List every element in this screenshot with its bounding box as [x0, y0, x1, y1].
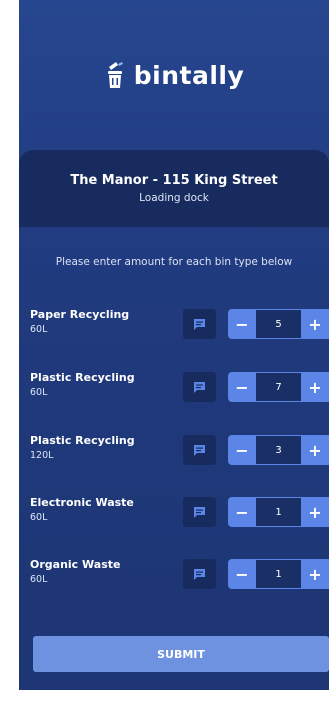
bin-size: 60L	[30, 512, 48, 523]
comment-icon	[194, 381, 205, 393]
decrement-button[interactable]: −	[228, 435, 256, 465]
bin-name: Plastic Recycling	[30, 434, 135, 447]
quantity-value[interactable]: 1	[256, 559, 301, 589]
quantity-stepper: − 1 +	[228, 497, 329, 527]
bin-row: Electronic Waste 60L − 1 +	[19, 496, 329, 536]
bin-info: Paper Recycling 60L	[30, 308, 129, 335]
bin-size: 60L	[30, 324, 48, 335]
increment-button[interactable]: +	[301, 497, 329, 527]
quantity-value[interactable]: 5	[256, 309, 301, 339]
quantity-stepper: − 5 +	[228, 309, 329, 339]
instructions-text: Please enter amount for each bin type be…	[55, 256, 293, 268]
app-logo: bintally	[19, 50, 329, 100]
bin-row: Organic Waste 60L − 1 +	[19, 558, 329, 598]
comment-icon	[194, 568, 205, 580]
app-screen: bintally The Manor - 115 King Street Loa…	[19, 0, 329, 706]
bin-name: Paper Recycling	[30, 308, 130, 321]
bin-row: Plastic Recycling 60L − 7 +	[19, 371, 329, 411]
decrement-button[interactable]: −	[228, 372, 256, 402]
quantity-stepper: − 3 +	[228, 435, 329, 465]
decrement-button[interactable]: −	[228, 497, 256, 527]
bin-name: Organic Waste	[30, 558, 121, 571]
comment-button[interactable]	[183, 309, 216, 339]
bin-size: 60L	[30, 387, 48, 398]
trash-bin-icon	[104, 60, 126, 90]
decrement-button[interactable]: −	[228, 309, 256, 339]
decrement-button[interactable]: −	[228, 559, 256, 589]
quantity-stepper: − 1 +	[228, 559, 329, 589]
increment-button[interactable]: +	[301, 372, 329, 402]
bottom-margin	[0, 690, 329, 706]
quantity-stepper: − 7 +	[228, 372, 329, 402]
quantity-value[interactable]: 1	[256, 497, 301, 527]
quantity-value[interactable]: 3	[256, 435, 301, 465]
logo-text: bintally	[133, 60, 245, 90]
quantity-value[interactable]: 7	[256, 372, 301, 402]
bin-name: Electronic Waste	[30, 496, 134, 509]
increment-button[interactable]: +	[301, 435, 329, 465]
submit-button[interactable]: SUBMIT	[33, 636, 329, 672]
bin-info: Electronic Waste 60L	[30, 496, 134, 523]
comment-button[interactable]	[183, 372, 216, 402]
comment-icon	[194, 318, 205, 330]
location-detail: Loading dock	[139, 192, 209, 204]
increment-button[interactable]: +	[301, 559, 329, 589]
bin-info: Organic Waste 60L	[30, 558, 120, 585]
bin-info: Plastic Recycling 60L	[30, 371, 135, 398]
bin-size: 120L	[30, 450, 54, 461]
bin-name: Plastic Recycling	[30, 371, 135, 384]
bin-size: 60L	[30, 574, 48, 585]
comment-icon	[194, 444, 205, 456]
bin-row: Paper Recycling 60L − 5 +	[19, 308, 329, 348]
bin-info: Plastic Recycling 120L	[30, 434, 135, 461]
bin-row: Plastic Recycling 120L − 3 +	[19, 434, 329, 474]
increment-button[interactable]: +	[301, 309, 329, 339]
comment-button[interactable]	[183, 497, 216, 527]
comment-icon	[194, 506, 205, 518]
comment-button[interactable]	[183, 559, 216, 589]
location-card: The Manor - 115 King Street Loading dock	[19, 150, 329, 227]
comment-button[interactable]	[183, 435, 216, 465]
location-name: The Manor - 115 King Street	[70, 173, 278, 188]
